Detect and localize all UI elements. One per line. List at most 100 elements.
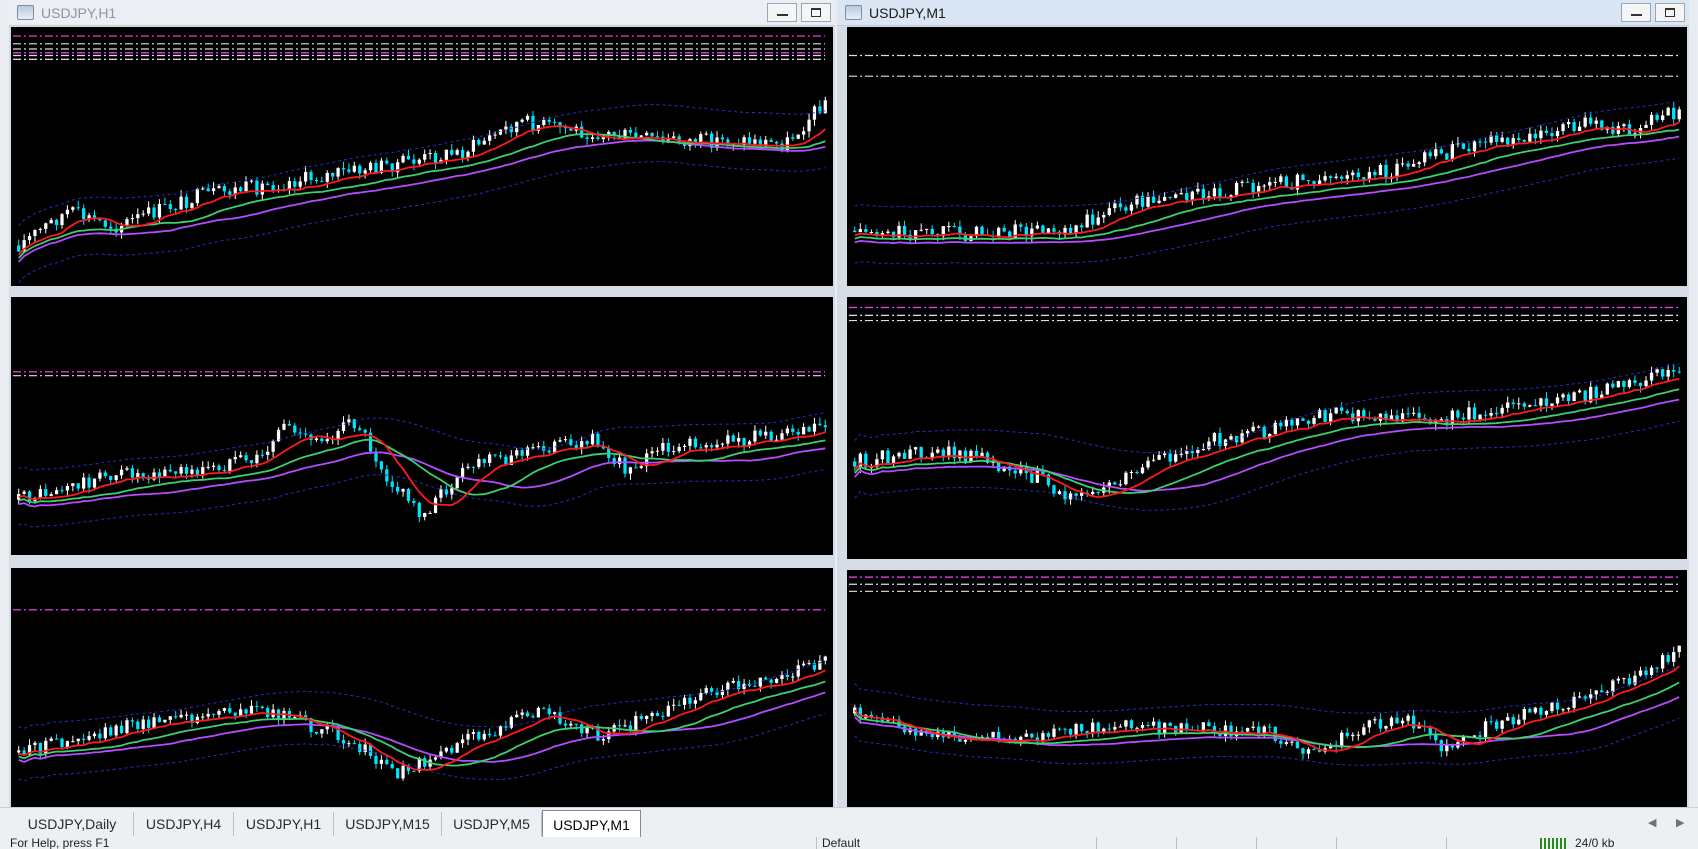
- candle-body: [488, 135, 492, 141]
- candle-body: [731, 435, 735, 442]
- candle-body: [731, 680, 735, 683]
- candle-body: [428, 512, 432, 514]
- candle-body: [531, 447, 535, 449]
- candle-body: [1439, 740, 1443, 752]
- candle-body: [1517, 719, 1521, 725]
- candle-body: [563, 723, 568, 726]
- candle-body: [1334, 176, 1338, 178]
- candle-body: [785, 428, 790, 434]
- candle-body: [1395, 717, 1399, 724]
- candle-body: [244, 181, 248, 192]
- candle-body: [1533, 707, 1538, 713]
- status-divider: [1256, 837, 1257, 849]
- candle-body: [634, 715, 638, 730]
- candle-body: [1561, 709, 1565, 711]
- candle-body: [184, 467, 189, 474]
- candle-body: [1644, 124, 1648, 129]
- tab-usdjpy-h4[interactable]: USDJPY,H4: [134, 812, 234, 836]
- candle-body: [925, 228, 929, 230]
- candle-body: [466, 733, 470, 740]
- candle-body: [390, 481, 394, 487]
- candle-body: [439, 489, 443, 498]
- candle-body: [1483, 721, 1488, 737]
- candle-body: [87, 477, 91, 488]
- candle-body: [936, 449, 940, 453]
- candle-body: [913, 230, 918, 240]
- candle-body: [184, 196, 189, 208]
- candle-body: [298, 181, 302, 187]
- chart-window-left[interactable]: USDJPY,H1: [9, 0, 835, 807]
- candle-body: [661, 442, 665, 451]
- candle-body: [1351, 734, 1355, 737]
- candle-body: [1655, 114, 1659, 120]
- candle-body: [60, 490, 64, 492]
- candle-body: [450, 747, 454, 753]
- envelope-upper-line: [854, 665, 1680, 714]
- window-titlebar-left[interactable]: USDJPY,H1: [9, 0, 835, 26]
- price-chart-right-bottom[interactable]: [847, 570, 1687, 807]
- candle-body: [1262, 185, 1266, 187]
- maximize-button-right[interactable]: [1655, 3, 1685, 22]
- scroll-right-icon[interactable]: ▶: [1676, 816, 1684, 829]
- tab-usdjpy-m1[interactable]: USDJPY,M1: [542, 810, 641, 838]
- candle-body: [1185, 451, 1189, 454]
- candle-body: [1373, 418, 1377, 421]
- candle-body: [1638, 670, 1643, 676]
- candle-body: [1140, 724, 1145, 728]
- candle-body: [639, 715, 643, 720]
- fast-ma-line: [854, 378, 1680, 499]
- tab-usdjpy-m5[interactable]: USDJPY,M5: [442, 812, 542, 836]
- tab-usdjpy-m15[interactable]: USDJPY,M15: [334, 812, 442, 836]
- candle-body: [1179, 193, 1183, 195]
- candle-body: [1257, 426, 1261, 428]
- candle-body: [255, 454, 259, 464]
- minimize-button-right[interactable]: [1621, 3, 1651, 22]
- candle-body: [1079, 225, 1084, 228]
- candle-body: [168, 716, 172, 720]
- candle-body: [401, 488, 405, 492]
- price-chart-h1[interactable]: [11, 27, 833, 286]
- candle-body: [720, 443, 725, 445]
- candle-body: [699, 447, 703, 449]
- window-titlebar-right[interactable]: USDJPY,M1: [837, 0, 1689, 26]
- minimize-button-left[interactable]: [767, 3, 797, 22]
- candle-body: [617, 457, 622, 465]
- candle-body: [1494, 135, 1499, 142]
- candle-body: [363, 429, 367, 433]
- price-chart-m1[interactable]: [847, 27, 1687, 286]
- candle-body: [450, 149, 454, 155]
- candle-body: [1295, 741, 1300, 749]
- tab-usdjpy-h1[interactable]: USDJPY,H1: [234, 812, 334, 836]
- candle-body: [1030, 733, 1034, 738]
- chart-window-right[interactable]: USDJPY,M1: [837, 0, 1689, 807]
- candle-body: [580, 126, 584, 138]
- candle-body: [547, 450, 551, 453]
- candle-body: [184, 714, 189, 716]
- status-divider: [816, 837, 817, 849]
- candle-body: [303, 171, 308, 182]
- candle-body: [1157, 200, 1161, 203]
- candle-body: [471, 466, 476, 468]
- status-traffic: 24/0 kb: [1575, 837, 1615, 849]
- maximize-button-left[interactable]: [801, 3, 831, 22]
- status-help-text: For Help, press F1: [10, 837, 110, 849]
- candle-body: [1428, 152, 1432, 157]
- candle-body: [1572, 122, 1576, 132]
- tab-usdjpy-daily[interactable]: USDJPY,Daily: [11, 812, 134, 836]
- price-chart-right-middle[interactable]: [847, 297, 1687, 559]
- candle-body: [1068, 728, 1073, 735]
- candle-body: [1655, 369, 1659, 373]
- candle-body: [1467, 148, 1471, 152]
- price-chart-left-bottom[interactable]: [11, 568, 833, 807]
- candle-body: [1644, 380, 1648, 387]
- scroll-left-icon[interactable]: ◀: [1648, 816, 1656, 829]
- candle-body: [336, 168, 340, 177]
- candle-body: [1157, 721, 1161, 733]
- candle-body: [1279, 176, 1283, 183]
- candle-body: [1539, 707, 1543, 715]
- candle-body: [1660, 115, 1665, 120]
- candle-body: [672, 136, 676, 139]
- candle-body: [780, 433, 784, 440]
- candle-body: [1577, 696, 1582, 698]
- price-chart-left-middle[interactable]: [11, 297, 833, 555]
